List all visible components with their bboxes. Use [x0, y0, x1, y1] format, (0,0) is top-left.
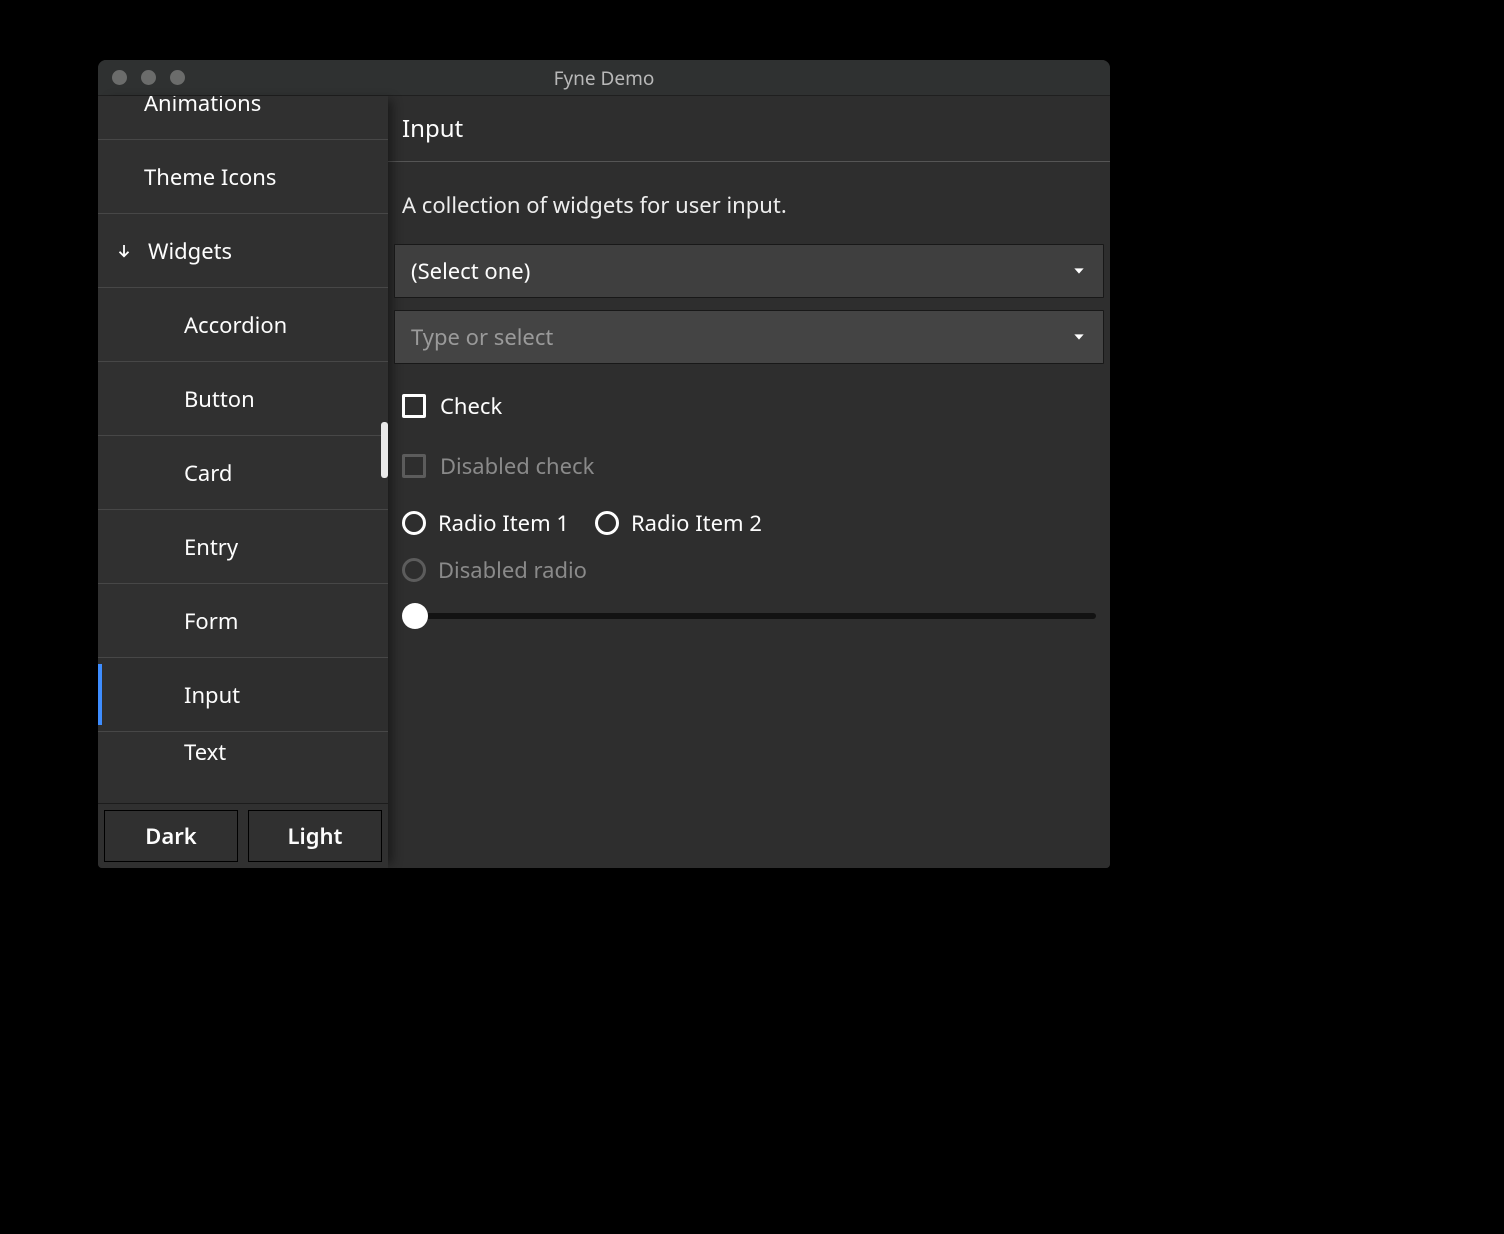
- sidebar: Animations Theme Icons Widgets Ac: [98, 96, 388, 868]
- radio-icon: [595, 511, 619, 535]
- main-content: Input A collection of widgets for user i…: [388, 96, 1110, 868]
- radio-disabled: Disabled radio: [402, 555, 587, 585]
- arrow-down-icon: [112, 242, 136, 260]
- sidebar-item-label: Animations: [144, 96, 261, 118]
- radio-icon: [402, 558, 426, 582]
- dark-theme-button[interactable]: Dark: [104, 810, 238, 862]
- titlebar[interactable]: Fyne Demo: [98, 60, 1110, 96]
- radio-label: Radio Item 1: [438, 508, 569, 538]
- checkbox-label: Check: [440, 391, 502, 421]
- slider[interactable]: [402, 596, 1096, 636]
- combobox-placeholder: Type or select: [411, 322, 553, 352]
- sidebar-item-entry[interactable]: Entry: [98, 510, 388, 584]
- sidebar-item-label: Accordion: [184, 310, 287, 340]
- chevron-down-icon: [1071, 329, 1087, 345]
- button-label: Light: [288, 821, 343, 851]
- select-dropdown[interactable]: (Select one): [394, 244, 1104, 298]
- slider-track: [402, 613, 1096, 619]
- slider-thumb[interactable]: [402, 603, 428, 629]
- sidebar-item-widgets[interactable]: Widgets: [98, 214, 388, 288]
- sidebar-item-button[interactable]: Button: [98, 362, 388, 436]
- radio-icon: [402, 511, 426, 535]
- checkbox-label: Disabled check: [440, 451, 594, 481]
- checkbox-disabled: Disabled check: [402, 436, 1096, 496]
- sidebar-item-label: Text: [184, 737, 226, 767]
- select-placeholder: (Select one): [411, 256, 530, 286]
- checkbox-check[interactable]: Check: [402, 376, 1096, 436]
- sidebar-item-label: Entry: [184, 532, 238, 562]
- sidebar-item-animations[interactable]: Animations: [98, 96, 388, 140]
- button-label: Dark: [145, 821, 196, 851]
- nav-tree[interactable]: Animations Theme Icons Widgets Ac: [98, 96, 388, 803]
- window-minimize-button[interactable]: [141, 70, 156, 85]
- sidebar-item-label: Input: [184, 680, 240, 710]
- scrollbar-thumb[interactable]: [381, 422, 388, 478]
- sidebar-item-input[interactable]: Input: [98, 658, 388, 732]
- sidebar-item-label: Widgets: [148, 236, 232, 266]
- page-description: A collection of widgets for user input.: [388, 162, 1110, 238]
- sidebar-item-label: Button: [184, 384, 255, 414]
- window-maximize-button[interactable]: [170, 70, 185, 85]
- window-close-button[interactable]: [112, 70, 127, 85]
- radio-item-1[interactable]: Radio Item 1: [402, 508, 569, 538]
- sidebar-item-label: Form: [184, 606, 238, 636]
- radio-item-2[interactable]: Radio Item 2: [595, 508, 762, 538]
- chevron-down-icon: [1071, 263, 1087, 279]
- page-title: Input: [388, 96, 1110, 162]
- sidebar-item-card[interactable]: Card: [98, 436, 388, 510]
- sidebar-item-form[interactable]: Form: [98, 584, 388, 658]
- app-window: Fyne Demo Animations Theme Icons: [98, 60, 1110, 868]
- checkbox-icon: [402, 454, 426, 478]
- radio-label: Radio Item 2: [631, 508, 762, 538]
- sidebar-item-accordion[interactable]: Accordion: [98, 288, 388, 362]
- checkbox-icon: [402, 394, 426, 418]
- sidebar-item-label: Theme Icons: [144, 162, 276, 192]
- sidebar-item-theme-icons[interactable]: Theme Icons: [98, 140, 388, 214]
- sidebar-item-label: Card: [184, 458, 232, 488]
- combobox-input[interactable]: Type or select: [394, 310, 1104, 364]
- theme-switcher: Dark Light: [98, 803, 388, 868]
- light-theme-button[interactable]: Light: [248, 810, 382, 862]
- radio-label: Disabled radio: [438, 555, 587, 585]
- window-title: Fyne Demo: [98, 65, 1110, 91]
- sidebar-item-text[interactable]: Text: [98, 732, 388, 772]
